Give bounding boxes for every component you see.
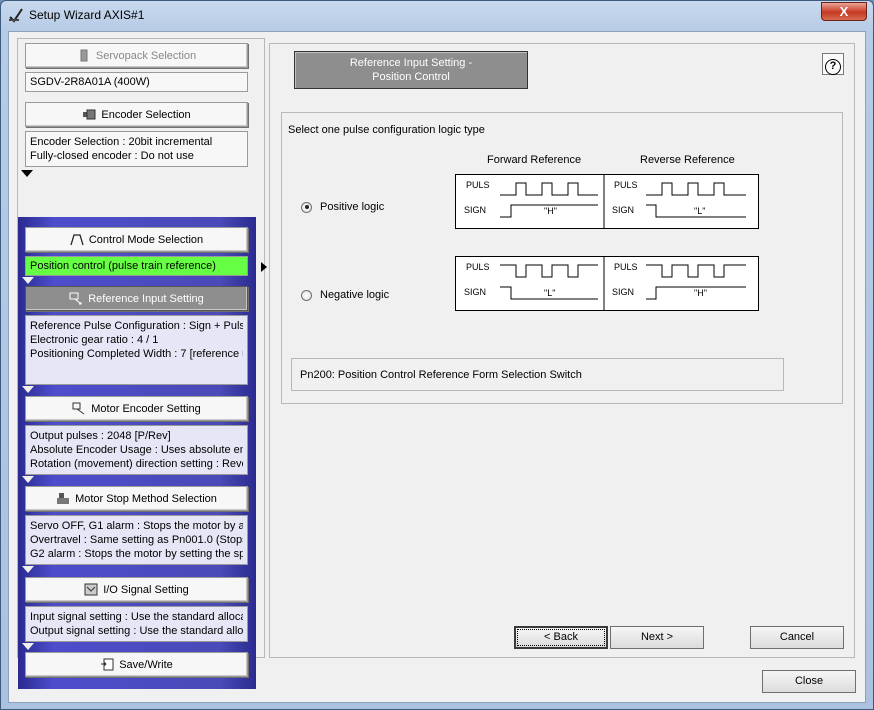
content-panel: Reference Input Setting - Position Contr… [269,43,855,658]
page-header: Reference Input Setting - Position Contr… [294,51,528,89]
control-mode-selection-label: Control Mode Selection [88,233,204,246]
puls-label: PULS [614,180,638,190]
motor-stop-info-line: Overtravel : Same setting as Pn001.0 (St… [30,534,243,546]
motor-encoder-info: Output pulses : 2048 [P/Rev] Absolute En… [25,425,248,475]
reverse-sign-level: "H" [694,288,707,298]
current-step-arrow-icon [261,262,267,272]
io-signal-info-line: Input signal setting : Use the standard … [30,611,243,623]
encoder-info-line: Encoder Selection : 20bit incremental [30,136,213,148]
control-mode-info: Position control (pulse train reference) [25,256,248,276]
motor-encoder-info-line: Absolute Encoder Usage : Uses absolute e… [30,444,243,456]
servopack-selection-button[interactable]: Servopack Selection [25,43,248,68]
positive-logic-radio[interactable] [301,201,312,213]
back-button[interactable]: < Back [514,626,608,649]
puls-label: PULS [466,262,490,272]
reverse-reference-heading: Reverse Reference [640,154,735,166]
logic-type-group: Select one pulse configuration logic typ… [281,112,843,404]
reference-input-info: Reference Pulse Configuration : Sign + P… [25,315,248,385]
sign-label: SIGN [464,287,486,297]
reference-info-line: Reference Pulse Configuration : Sign + P… [30,320,243,332]
encoder-info: Encoder Selection : 20bit incremental Fu… [25,131,248,167]
setup-wizard-window: Setup Wizard AXIS#1 X Servopack Selectio… [0,0,874,710]
down-arrow-icon [22,566,34,573]
reference-info-line: Electronic gear ratio : 4 / 1 [30,334,159,346]
page-header-line2: Position Control [372,71,450,83]
motor-encoder-info-line: Rotation (movement) direction setting : … [30,458,243,470]
encoder-info-line: Fully-closed encoder : Do not use [30,150,194,162]
wizard-app-icon [9,8,23,23]
down-arrow-icon [22,277,34,284]
forward-reference-heading: Forward Reference [487,154,582,166]
positive-logic-waveform: PULS SIGN "H" PULS SIGN "L" [455,174,759,229]
control-mode-info-text: Position control (pulse train reference) [30,260,216,272]
down-arrow-icon [22,476,34,483]
down-arrow-icon [21,170,33,177]
motor-stop-info: Servo OFF, G1 alarm : Stops the motor by… [25,515,248,565]
motor-stop-method-button[interactable]: Motor Stop Method Selection [25,486,248,511]
active-steps-region: Control Mode Selection Position control … [18,217,256,689]
io-signal-setting-label: I/O Signal Setting [103,583,189,596]
forward-sign-level: "H" [544,206,557,216]
positive-logic-label: Positive logic [320,201,385,213]
step-navigation-panel: Servopack Selection SGDV-2R8A01A (400W) … [17,38,265,689]
puls-label: PULS [614,262,638,272]
control-mode-selection-button[interactable]: Control Mode Selection [25,227,248,252]
motor-encoder-icon [72,402,85,415]
parameter-description: Pn200: Position Control Reference Form S… [291,358,784,391]
negative-logic-radio[interactable] [301,289,312,301]
negative-logic-option[interactable]: Negative logic [301,289,389,301]
instruction-text: Select one pulse configuration logic typ… [288,124,485,136]
down-arrow-icon [22,386,34,393]
negative-logic-label: Negative logic [320,289,390,301]
close-button[interactable]: Close [762,670,856,693]
io-signal-setting-button[interactable]: I/O Signal Setting [25,577,248,602]
help-button[interactable]: ? [822,53,844,75]
motor-stop-method-label: Motor Stop Method Selection [75,492,217,505]
save-write-button[interactable]: Save/Write [25,652,248,677]
io-signal-info-line: Output signal setting : Use the standard… [30,625,243,637]
motor-stop-info-line: G2 alarm : Stops the motor by setting th… [30,548,243,560]
help-icon: ? [825,59,841,75]
positive-logic-option[interactable]: Positive logic [301,201,384,213]
next-button[interactable]: Next > [610,626,704,649]
save-write-label: Save/Write [119,658,173,671]
motor-encoder-setting-label: Motor Encoder Setting [91,402,201,415]
encoder-selection-button[interactable]: Encoder Selection [25,102,248,127]
servopack-icon [80,49,88,62]
sign-label: SIGN [612,205,634,215]
client-area: Servopack Selection SGDV-2R8A01A (400W) … [8,31,866,703]
reference-input-setting-button[interactable]: Reference Input Setting [25,286,248,311]
title-bar: Setup Wizard AXIS#1 X [1,1,873,29]
io-signal-info: Input signal setting : Use the standard … [25,606,248,642]
window-title: Setup Wizard AXIS#1 [29,8,145,22]
servopack-info: SGDV-2R8A01A (400W) [25,72,248,92]
io-signal-icon [84,583,98,596]
reverse-sign-level: "L" [694,206,705,216]
sign-label: SIGN [612,287,634,297]
motor-encoder-info-line: Output pulses : 2048 [P/Rev] [30,430,171,442]
control-mode-icon [70,234,84,246]
reference-input-icon [69,292,82,305]
save-write-icon [101,658,114,671]
cancel-button[interactable]: Cancel [750,626,844,649]
forward-sign-level: "L" [544,288,555,298]
motor-encoder-setting-button[interactable]: Motor Encoder Setting [25,396,248,421]
sign-label: SIGN [464,205,486,215]
page-header-line1: Reference Input Setting - [349,57,473,69]
reference-input-setting-label: Reference Input Setting [88,292,204,305]
window-close-button[interactable]: X [821,2,867,21]
motor-stop-info-line: Servo OFF, G1 alarm : Stops the motor by… [30,520,243,532]
servopack-info-text: SGDV-2R8A01A (400W) [30,76,150,88]
negative-logic-waveform: PULS SIGN "L" PULS SIGN "H" [455,256,759,311]
encoder-icon [83,109,96,120]
encoder-selection-label: Encoder Selection [101,108,191,121]
motor-stop-icon [57,493,70,504]
servopack-selection-label: Servopack Selection [95,49,197,62]
down-arrow-icon [22,643,34,650]
puls-label: PULS [466,180,490,190]
reference-info-line: Positioning Completed Width : 7 [referen… [30,348,243,360]
